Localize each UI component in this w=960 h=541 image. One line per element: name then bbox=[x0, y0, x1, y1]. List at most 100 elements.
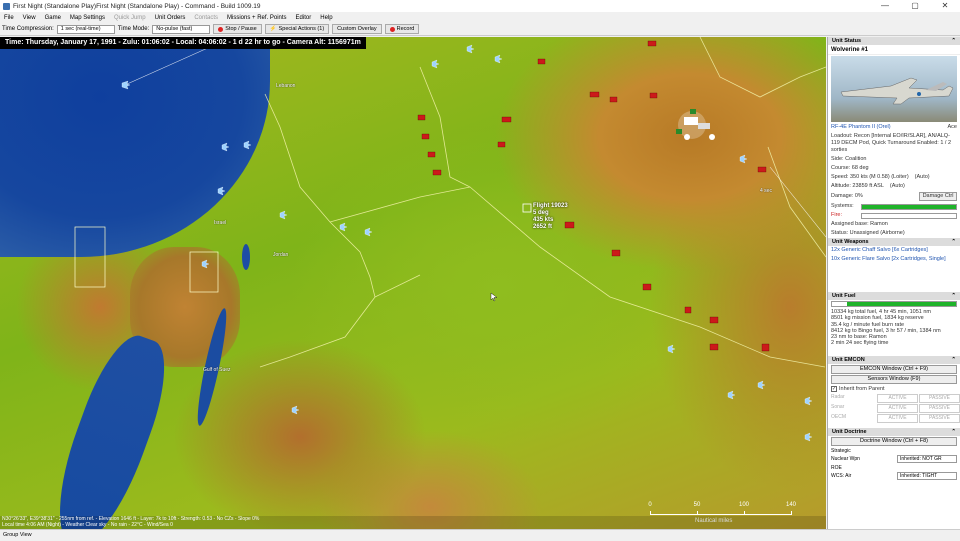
cluster-marker-1[interactable] bbox=[684, 117, 698, 125]
altitude-text: Altitude: 23859 ft ASL bbox=[831, 183, 884, 189]
hostile-unit-10[interactable] bbox=[497, 141, 506, 148]
friendly-aircraft-2[interactable] bbox=[431, 59, 440, 69]
minimize-button[interactable]: — bbox=[870, 0, 900, 12]
hostile-unit-12[interactable] bbox=[611, 249, 621, 257]
unit-status-header[interactable]: Unit Status ⌃ bbox=[828, 37, 960, 45]
altitude-mode[interactable]: (Auto) bbox=[890, 183, 905, 190]
group-view-label[interactable]: Group View bbox=[3, 532, 32, 538]
hostile-unit-9[interactable] bbox=[432, 169, 442, 176]
menu-unit-orders[interactable]: Unit Orders bbox=[155, 15, 186, 21]
hostile-unit-5[interactable] bbox=[501, 116, 512, 123]
unit-weapons-title: Unit Weapons bbox=[832, 239, 869, 245]
friendly-aircraft-12[interactable] bbox=[804, 396, 813, 406]
sensors-window-button[interactable]: Sensors Window (F9) bbox=[831, 374, 957, 384]
oecm-active-button[interactable]: ACTIVE bbox=[877, 413, 918, 423]
inherit-checkbox[interactable]: ✓ bbox=[831, 386, 837, 393]
custom-overlay-button[interactable]: Custom Overlay bbox=[332, 24, 382, 34]
cluster-marker-3[interactable] bbox=[676, 129, 682, 134]
flight-marker[interactable] bbox=[522, 203, 532, 213]
friendly-aircraft-6[interactable] bbox=[364, 227, 373, 237]
menu-editor[interactable]: Editor bbox=[296, 15, 312, 21]
friendly-aircraft-16[interactable] bbox=[217, 186, 226, 196]
cluster-marker-4[interactable] bbox=[690, 109, 696, 114]
hostile-unit-3[interactable] bbox=[589, 91, 600, 98]
unit-doctrine-header[interactable]: Unit Doctrine ⌃ bbox=[828, 427, 960, 436]
friendly-aircraft-5[interactable] bbox=[339, 222, 348, 232]
menu-view[interactable]: View bbox=[23, 15, 36, 21]
unit-fuel-header[interactable]: Unit Fuel ⌃ bbox=[828, 292, 960, 300]
friendly-aircraft-4[interactable] bbox=[494, 54, 503, 64]
wcs-select[interactable]: Inherited: TIGHT bbox=[897, 471, 957, 480]
special-actions-button[interactable]: ⚡ Special Actions (1) bbox=[264, 24, 330, 34]
tactical-map[interactable]: Time: Thursday, January 17, 1991 - Zulu:… bbox=[0, 37, 826, 529]
friendly-aircraft-18[interactable] bbox=[221, 142, 230, 152]
reference-boxes bbox=[74, 226, 219, 293]
stop-pause-button[interactable]: Stop / Pause bbox=[213, 24, 262, 34]
friendly-aircraft-15[interactable] bbox=[291, 405, 300, 415]
friendly-aircraft-11[interactable] bbox=[757, 380, 766, 390]
hostile-unit-2[interactable] bbox=[537, 58, 546, 65]
hostile-unit-4[interactable] bbox=[609, 96, 618, 103]
collapse-icon[interactable]: ⌃ bbox=[951, 428, 956, 436]
hostile-unit-13[interactable] bbox=[642, 283, 652, 291]
unit-weapons-header[interactable]: Unit Weapons ⌃ bbox=[828, 238, 960, 246]
hostile-unit-17[interactable] bbox=[757, 166, 767, 173]
menu-quick-jump[interactable]: Quick Jump bbox=[114, 15, 146, 21]
emcon-window-button[interactable]: EMCON Window (Ctrl + F9) bbox=[831, 364, 957, 374]
friendly-aircraft-10[interactable] bbox=[727, 390, 736, 400]
hostile-unit-6[interactable] bbox=[417, 114, 426, 121]
menu-map-settings[interactable]: Map Settings bbox=[70, 15, 105, 21]
close-button[interactable]: ✕ bbox=[930, 0, 960, 12]
friendly-aircraft-14[interactable] bbox=[201, 259, 210, 269]
flight-label[interactable]: Flight 19023 5 deg 435 kts 2652 ft bbox=[533, 203, 568, 231]
radar-active-button[interactable]: ACTIVE bbox=[877, 393, 918, 403]
friendly-aircraft-13[interactable] bbox=[804, 432, 813, 442]
doctrine-window-button[interactable]: Doctrine Window (Ctrl + F8) bbox=[831, 436, 957, 446]
collapse-icon[interactable]: ⌃ bbox=[951, 356, 956, 364]
iran-border bbox=[699, 37, 826, 98]
wcs-label: WCS: Air bbox=[831, 472, 852, 479]
weapon-item[interactable]: 12x Generic Chaff Salvo [6x Cartridges] bbox=[828, 246, 960, 255]
hostile-unit-19[interactable] bbox=[649, 92, 658, 99]
hostile-unit-8[interactable] bbox=[427, 151, 436, 158]
menu-game[interactable]: Game bbox=[45, 15, 61, 21]
hostile-unit-18[interactable] bbox=[684, 306, 692, 314]
unit-emcon-header[interactable]: Unit EMCON ⌃ bbox=[828, 355, 960, 364]
sonar-passive-button[interactable]: PASSIVE bbox=[919, 403, 960, 413]
record-button[interactable]: Record bbox=[384, 24, 420, 34]
collapse-icon[interactable]: ⌃ bbox=[951, 37, 956, 45]
collapse-icon[interactable]: ⌃ bbox=[951, 292, 956, 300]
speed-mode[interactable]: (Auto) bbox=[915, 174, 930, 181]
radar-passive-button[interactable]: PASSIVE bbox=[919, 393, 960, 403]
maximize-button[interactable]: ▢ bbox=[900, 0, 930, 12]
friendly-aircraft-9[interactable] bbox=[667, 344, 676, 354]
hostile-unit-15[interactable] bbox=[709, 343, 719, 351]
aircraft-type-link[interactable]: RF-4E Phantom II (Orel) bbox=[831, 124, 891, 131]
time-mode-select[interactable]: No-pulse (fast) bbox=[152, 24, 211, 34]
friendly-aircraft-17[interactable] bbox=[243, 140, 252, 150]
friendly-aircraft-3[interactable] bbox=[466, 44, 475, 54]
hostile-unit-7[interactable] bbox=[421, 133, 430, 140]
cluster-marker-2[interactable] bbox=[698, 123, 710, 129]
friendly-aircraft-8[interactable] bbox=[739, 154, 748, 164]
hostile-unit-14[interactable] bbox=[709, 316, 719, 324]
menu-file[interactable]: File bbox=[4, 15, 14, 21]
nuclear-select[interactable]: Inherited: NOT GR bbox=[897, 454, 957, 463]
menu-missions[interactable]: Missions + Ref. Points bbox=[227, 15, 287, 21]
damage-ctrl-button[interactable]: Damage Ctrl bbox=[919, 192, 957, 201]
menu-help[interactable]: Help bbox=[320, 15, 332, 21]
oecm-passive-button[interactable]: PASSIVE bbox=[919, 413, 960, 423]
menu-contacts[interactable]: Contacts bbox=[194, 15, 218, 21]
hostile-unit-16[interactable] bbox=[761, 343, 770, 352]
cluster-marker-5[interactable] bbox=[684, 134, 690, 140]
friendly-aircraft-1[interactable] bbox=[121, 80, 131, 90]
collapse-icon[interactable]: ⌃ bbox=[951, 238, 956, 246]
inherit-label: Inherit from Parent bbox=[839, 385, 885, 392]
weapon-item[interactable]: 10x Generic Flare Salvo [2x Cartridges, … bbox=[828, 255, 960, 264]
hostile-unit-1[interactable] bbox=[647, 40, 657, 47]
time-compression-select[interactable]: 1 sec (real-time) bbox=[56, 24, 115, 34]
cluster-marker-6[interactable] bbox=[709, 134, 715, 140]
sonar-active-button[interactable]: ACTIVE bbox=[877, 403, 918, 413]
time-status-line: Time: Thursday, January 17, 1991 - Zulu:… bbox=[0, 37, 366, 49]
friendly-aircraft-7[interactable] bbox=[279, 210, 288, 220]
